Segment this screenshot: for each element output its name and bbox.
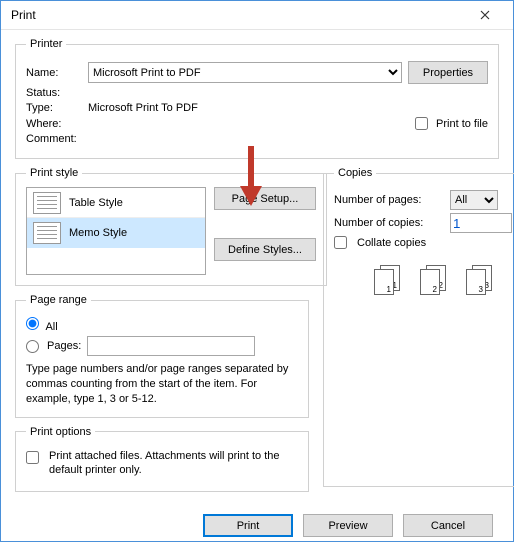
collate-checkbox[interactable]	[334, 236, 347, 249]
print-attached-label: Print attached files. Attachments will p…	[49, 449, 298, 479]
ncopies-label: Number of copies:	[334, 217, 444, 229]
page-icon: 3	[466, 269, 486, 295]
page-range-group: Page range All Pages: T	[15, 294, 309, 418]
copies-group: Copies Number of pages: All Number of co…	[323, 167, 514, 487]
range-pages-radio[interactable]	[26, 340, 39, 353]
where-label: Where:	[26, 118, 82, 130]
print-dialog: Print Printer Name: Microsoft Print to P…	[0, 0, 514, 542]
style-list[interactable]: Table Style Memo Style	[26, 187, 206, 275]
printer-name-select[interactable]: Microsoft Print to PDF	[88, 62, 402, 83]
collate-row[interactable]: Collate copies	[334, 236, 514, 249]
style-item-memo[interactable]: Memo Style	[27, 218, 205, 248]
print-to-file-checkbox[interactable]	[415, 117, 428, 130]
range-pages-label: Pages:	[47, 340, 81, 352]
pages-input[interactable]	[87, 336, 255, 356]
print-button[interactable]: Print	[203, 514, 293, 537]
footer: Print Preview Cancel	[1, 510, 513, 541]
type-value: Microsoft Print To PDF	[88, 102, 198, 114]
status-label: Status:	[26, 87, 82, 99]
collate-preview-icon: 1 1 2 2 3 3	[334, 263, 514, 295]
range-hint: Type page numbers and/or page ranges sep…	[26, 362, 298, 407]
window-title: Print	[9, 8, 465, 22]
cancel-button[interactable]: Cancel	[403, 514, 493, 537]
print-to-file-row[interactable]: Print to file	[415, 117, 488, 130]
style-label: Table Style	[69, 197, 123, 209]
define-styles-button[interactable]: Define Styles...	[214, 238, 316, 261]
print-attached-checkbox[interactable]	[26, 451, 39, 464]
printer-group: Printer Name: Microsoft Print to PDF Pro…	[15, 38, 499, 159]
page-icon: 1	[374, 269, 394, 295]
range-pages-row[interactable]: Pages:	[26, 340, 81, 353]
page-setup-button[interactable]: Page Setup...	[214, 187, 316, 210]
npages-select[interactable]: All	[450, 190, 498, 210]
range-all-row[interactable]: All	[26, 317, 58, 333]
ncopies-input[interactable]	[450, 213, 512, 233]
table-style-icon	[33, 192, 61, 214]
attached-row[interactable]: Print attached files. Attachments will p…	[26, 449, 298, 479]
print-style-legend: Print style	[26, 167, 82, 179]
close-button[interactable]	[465, 1, 505, 29]
printer-legend: Printer	[26, 38, 66, 50]
type-label: Type:	[26, 102, 82, 114]
preview-button[interactable]: Preview	[303, 514, 393, 537]
range-all-radio[interactable]	[26, 317, 39, 330]
titlebar: Print	[1, 1, 513, 30]
print-options-legend: Print options	[26, 426, 95, 438]
page-range-legend: Page range	[26, 294, 91, 306]
style-label: Memo Style	[69, 227, 127, 239]
properties-button[interactable]: Properties	[408, 61, 488, 84]
name-label: Name:	[26, 67, 82, 79]
page-icon: 2	[420, 269, 440, 295]
memo-style-icon	[33, 222, 61, 244]
print-options-group: Print options Print attached files. Atta…	[15, 426, 309, 493]
range-all-label: All	[45, 321, 57, 333]
copies-legend: Copies	[334, 167, 376, 179]
print-to-file-label: Print to file	[436, 118, 488, 130]
comment-label: Comment:	[26, 133, 82, 145]
print-style-group: Print style Table Style Memo Style	[15, 167, 327, 286]
collate-label: Collate copies	[357, 237, 426, 249]
npages-label: Number of pages:	[334, 194, 444, 206]
style-item-table[interactable]: Table Style	[27, 188, 205, 218]
